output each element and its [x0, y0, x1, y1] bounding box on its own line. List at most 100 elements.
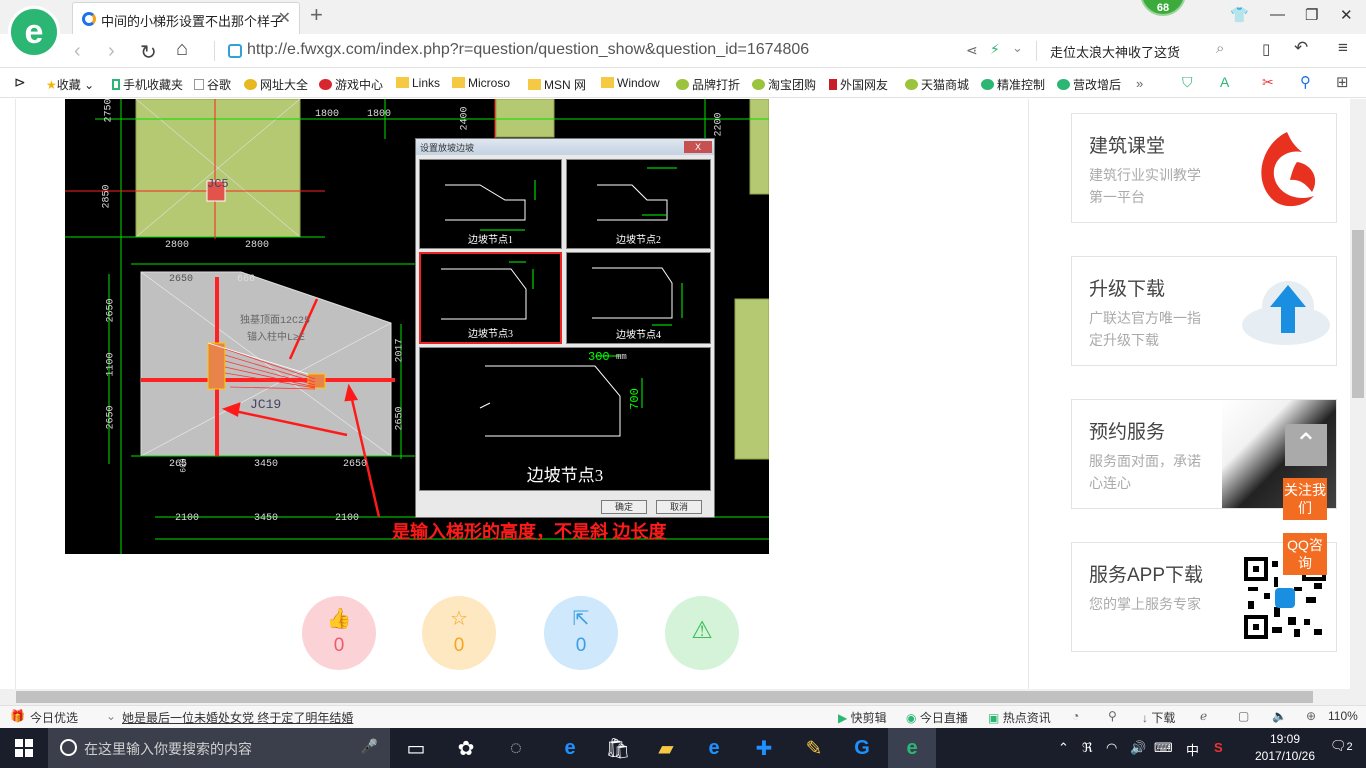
bookmark-item[interactable]: 外国网友 [829, 76, 888, 93]
url-field[interactable]: http://e.fwxgx.com/index.php?r=question/… [247, 41, 809, 59]
status-item[interactable]: ▶ 快剪辑 [838, 709, 887, 726]
volume-icon[interactable]: 🔈 [1272, 709, 1287, 723]
360-browser-taskbar-icon[interactable]: e [888, 728, 936, 768]
share-button[interactable]: ⇱ 0 [544, 596, 618, 670]
slope-node-2[interactable]: 边坡节点2 [566, 159, 711, 249]
bookmark-item[interactable]: ★收藏 ⌄ [46, 76, 94, 93]
menu-icon[interactable]: ≡ [1338, 38, 1348, 58]
bookmark-item[interactable]: 淘宝团购 [752, 76, 816, 93]
status-item[interactable]: ◉ 今日直播 [906, 709, 968, 726]
status-item[interactable]: ▣ 热点资讯 [988, 709, 1051, 726]
bookmark-item[interactable]: MSN 网 [528, 76, 586, 93]
browser-tab[interactable]: 中间的小梯形设置不出那个样子 ✕ [72, 2, 300, 34]
speaker-icon[interactable]: 🔊 [1130, 740, 1146, 756]
back-to-top-button[interactable]: ⌃ [1285, 424, 1327, 466]
vertical-scroll-thumb[interactable] [1352, 230, 1364, 398]
translate-icon[interactable]: A [1220, 74, 1229, 90]
speed-icon[interactable]: ◔ [1072, 709, 1079, 723]
apps-grid-icon[interactable]: ⊞ [1336, 73, 1349, 91]
more-bookmarks-icon[interactable]: » [1136, 76, 1143, 91]
slope-node-3[interactable]: 边坡节点3 [419, 252, 562, 344]
lightning-icon[interactable]: ⚡ [990, 41, 1000, 58]
tab-close-icon[interactable]: ✕ [278, 8, 291, 28]
bookmark-item[interactable]: 天猫商城 [905, 76, 969, 93]
minimize-button[interactable]: — [1270, 6, 1285, 23]
new-tab-button[interactable]: + [310, 2, 323, 28]
bookmark-item[interactable]: 精准控制 [981, 76, 1045, 93]
dialog-close-button[interactable]: X [684, 141, 712, 153]
sidebar-toggle-icon[interactable]: ⊳ [14, 74, 26, 91]
browser-logo-icon[interactable]: e [8, 6, 60, 58]
forward-button[interactable]: › [108, 40, 115, 63]
bookmark-item[interactable]: 品牌打折 [676, 76, 740, 93]
slope-node-1[interactable]: 边坡节点1 [419, 159, 562, 249]
reload-button[interactable]: ↻ [140, 40, 157, 65]
news-ticker-link[interactable]: 她是最后一位未婚处女党 终于定了明年结婚 [122, 709, 353, 726]
zoom-level[interactable]: 110% [1328, 709, 1358, 723]
close-button[interactable]: ✕ [1340, 6, 1353, 24]
task-view-icon[interactable]: ▭ [392, 728, 440, 768]
search-input[interactable]: 走位太浪大神收了这货 [1050, 42, 1180, 61]
ime-indicator[interactable]: 中 [1186, 740, 1199, 759]
home-button[interactable]: ⌂ [176, 38, 188, 61]
back-button[interactable]: ‹ [74, 40, 81, 63]
search-icon[interactable]: ⌕ [1216, 40, 1224, 57]
horizontal-scroll-thumb[interactable] [16, 691, 1313, 703]
undo-icon[interactable]: ↶ [1294, 38, 1308, 58]
tray-app-icon[interactable]: ℜ [1082, 740, 1093, 756]
notification-center-icon[interactable]: 🗨2 [1330, 738, 1353, 754]
bookmark-item[interactable]: Links [396, 76, 440, 90]
sogou-ime-icon[interactable]: S [1214, 740, 1223, 755]
slope-node-4[interactable]: 边坡节点4 [566, 252, 711, 344]
shirt-skin-icon[interactable]: 👕 [1230, 6, 1249, 24]
status-item[interactable]: ↓ 下载 [1142, 709, 1175, 726]
dim-label: 2100 [335, 513, 360, 524]
tray-up-arrow-icon[interactable]: ⌃ [1058, 740, 1069, 756]
pin-icon[interactable]: ⚲ [1108, 709, 1117, 723]
chevron-down-icon[interactable]: ⌄ [1012, 40, 1023, 56]
bookmark-item[interactable]: Window [601, 76, 660, 90]
mobile-icon[interactable]: ▯ [1262, 40, 1270, 58]
shield-icon[interactable]: ⛉ [1182, 74, 1193, 91]
store-icon[interactable]: 🛍 [594, 728, 642, 768]
pinwheel-app-icon[interactable]: ✿ [442, 728, 490, 768]
bookmark-item[interactable]: 手机收藏夹 [112, 76, 183, 93]
restore-button[interactable]: ❐ [1305, 6, 1318, 24]
bookmark-item[interactable]: 谷歌 [194, 76, 231, 93]
network-app-icon[interactable]: ◌ [492, 728, 540, 768]
start-button[interactable] [0, 728, 48, 768]
file-explorer-icon[interactable]: ▰ [642, 728, 690, 768]
tool-app-icon[interactable]: ✚ [740, 728, 788, 768]
like-button[interactable]: 👍 0 [302, 596, 376, 670]
keyboard-icon[interactable]: ⌨ [1154, 740, 1173, 756]
zoom-icon[interactable]: ⊕ [1306, 709, 1316, 723]
site-security-icon[interactable] [228, 44, 242, 58]
bookmark-item[interactable]: 网址大全 [244, 76, 308, 93]
bookmark-item[interactable]: 营改增后 [1057, 76, 1121, 93]
favorite-button[interactable]: ☆ 0 [422, 596, 496, 670]
scissors-icon[interactable]: ✂ [1262, 74, 1274, 91]
ie-mode-icon[interactable]: ℯ [1200, 709, 1207, 723]
window-icon[interactable]: ▢ [1238, 709, 1249, 723]
share-icon[interactable]: ⋖ [966, 42, 978, 59]
qq-consult-button[interactable]: QQ咨询 [1283, 533, 1327, 575]
taskbar-search-input[interactable]: 在这里输入你要搜索的内容 🎤 [48, 728, 390, 768]
card-upgrade-download[interactable]: 升级下载 广联达官方唯一指定升级下载 [1071, 256, 1337, 366]
report-button[interactable]: ⚠ [665, 596, 739, 670]
card-building-class[interactable]: 建筑课堂 建筑行业实训教学第一平台 [1071, 113, 1337, 223]
microphone-icon[interactable]: 🎤 [361, 738, 378, 755]
glodon-app-icon[interactable]: G [838, 728, 886, 768]
cancel-button[interactable]: 取消 [656, 500, 702, 514]
follow-us-button[interactable]: 关注我们 [1283, 478, 1327, 520]
rebar-note: 锚入柱中L≥E [247, 333, 306, 344]
bookmark-item[interactable]: Microso [452, 76, 510, 90]
ok-button[interactable]: 确定 [601, 500, 647, 514]
clock[interactable]: 19:09 2017/10/26 [1250, 731, 1320, 765]
daily-picks-link[interactable]: 今日优选 [30, 709, 78, 726]
bookmark-item[interactable]: 游戏中心 [319, 76, 383, 93]
wifi-icon[interactable]: ◠ [1106, 740, 1117, 756]
notes-app-icon[interactable]: ✎ [790, 728, 838, 768]
ie-browser-icon[interactable]: e [690, 728, 738, 768]
search-tool-icon[interactable]: ⚲ [1300, 73, 1311, 91]
edge-browser-icon[interactable]: e [546, 728, 594, 768]
